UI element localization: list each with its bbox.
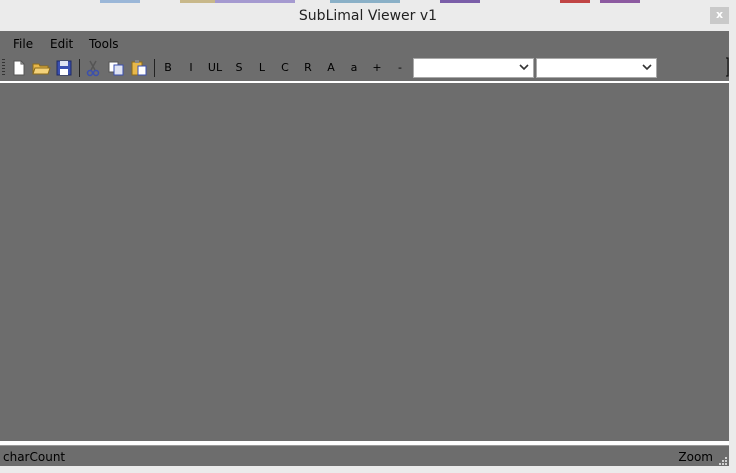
new-file-icon[interactable]: [9, 58, 29, 78]
font-grow-button[interactable]: A: [324, 61, 338, 74]
menu-tools[interactable]: Tools: [89, 37, 119, 51]
close-button[interactable]: x: [710, 7, 729, 24]
zoom-in-button[interactable]: +: [370, 61, 384, 74]
paste-icon[interactable]: [129, 58, 149, 78]
font-size-select[interactable]: [536, 58, 657, 78]
status-bar: charCount Zoom: [0, 445, 729, 467]
toolbar-grip-icon[interactable]: [2, 59, 5, 76]
title-bar[interactable]: SubLimal Viewer v1 x: [0, 3, 736, 31]
font-shrink-button[interactable]: a: [347, 61, 361, 74]
chevron-down-icon: [519, 64, 529, 71]
window-right-border: [729, 31, 736, 473]
zoom-label: Zoom: [678, 450, 713, 464]
strikethrough-button[interactable]: S: [232, 61, 246, 74]
toolbar-separator: [79, 59, 80, 77]
toolbar-separator: [154, 59, 155, 77]
chevron-down-icon: [642, 64, 652, 71]
open-folder-icon[interactable]: [31, 58, 51, 78]
align-left-button[interactable]: L: [255, 61, 269, 74]
viewer-canvas[interactable]: [0, 81, 729, 443]
cut-scissors-icon[interactable]: [83, 58, 103, 78]
font-family-select[interactable]: [413, 58, 534, 78]
italic-button[interactable]: I: [184, 61, 198, 74]
align-center-button[interactable]: C: [278, 61, 292, 74]
toolbar: B I UL S L C R A a + -: [0, 55, 729, 81]
align-right-button[interactable]: R: [301, 61, 315, 74]
char-count-label: charCount: [3, 450, 66, 464]
window-title: SubLimal Viewer v1: [298, 8, 438, 24]
window-body: File Edit Tools B I UL S L C R A a + - c…: [0, 31, 729, 473]
menu-bar: File Edit Tools: [0, 31, 729, 55]
menu-file[interactable]: File: [13, 37, 33, 51]
bold-button[interactable]: B: [161, 61, 175, 74]
save-disk-icon[interactable]: [54, 58, 74, 78]
copy-icon[interactable]: [106, 58, 126, 78]
resize-grip-icon[interactable]: [716, 454, 728, 466]
window-bottom-border: [0, 466, 729, 473]
zoom-out-button[interactable]: -: [393, 61, 407, 74]
menu-edit[interactable]: Edit: [50, 37, 73, 51]
underline-button[interactable]: UL: [205, 61, 225, 74]
